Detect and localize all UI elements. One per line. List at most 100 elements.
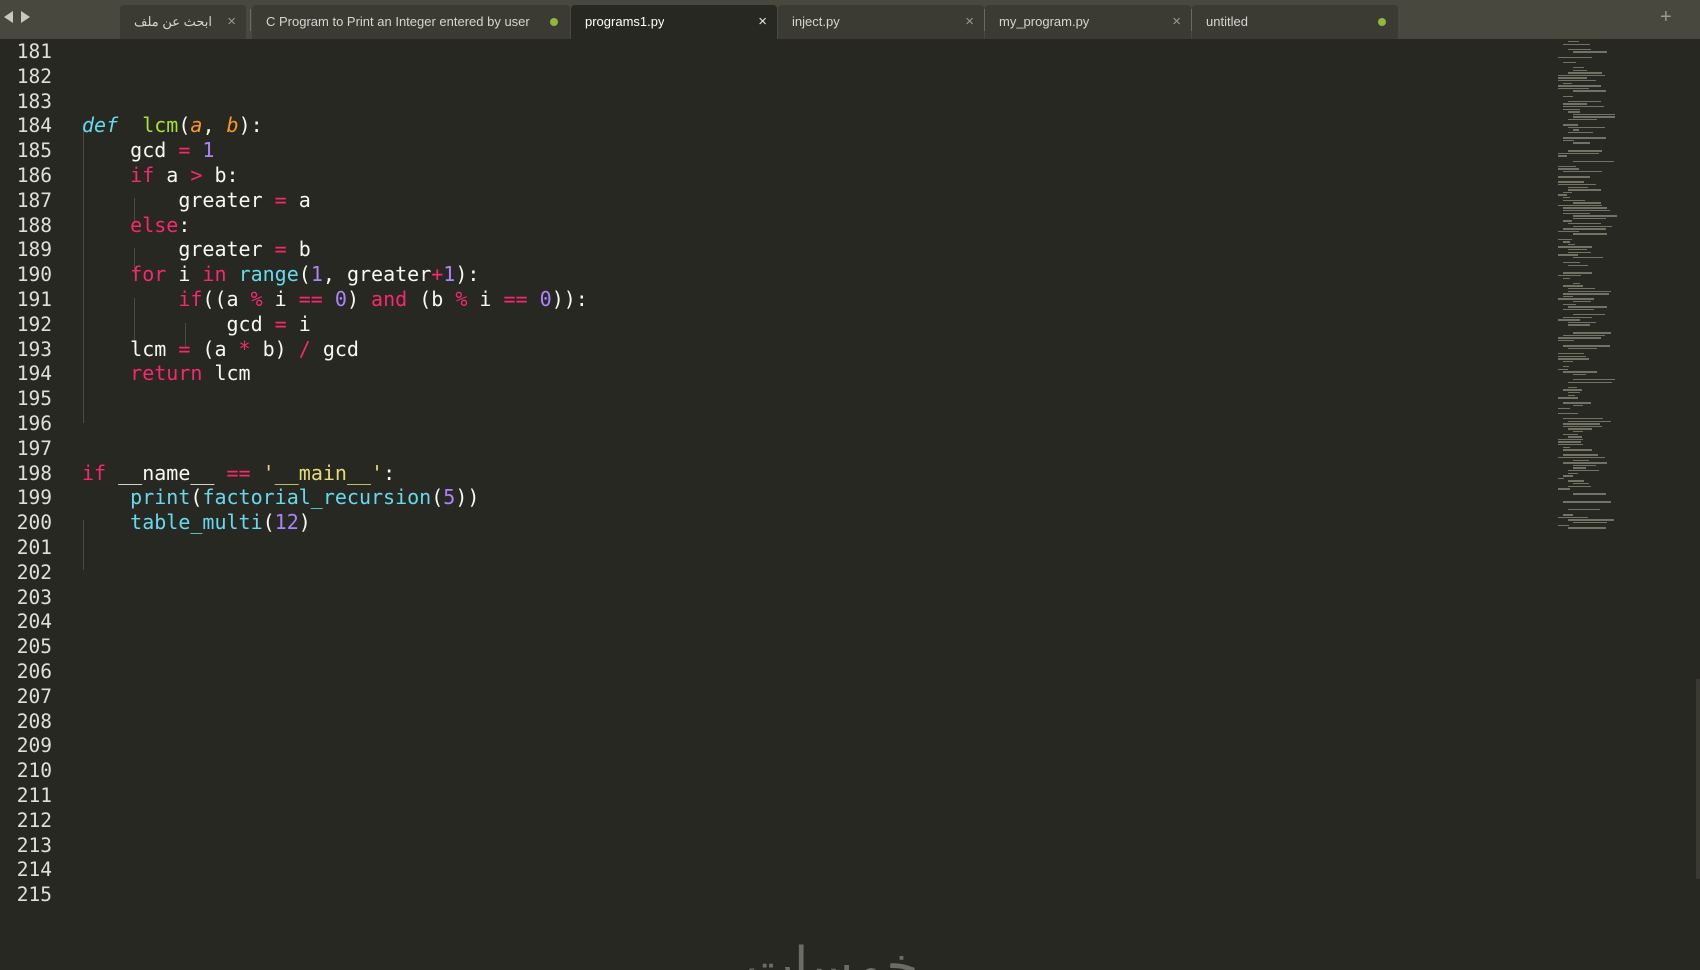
code-token: 12 [274,510,299,535]
minimap[interactable] [1552,39,1692,970]
minimap-line [1568,480,1585,482]
line-number: 185 [16,139,52,163]
tab-scroll-left-icon[interactable] [4,11,13,23]
new-tab-icon[interactable]: + [1660,6,1672,29]
line-number: 182 [16,64,52,88]
code-token: a [190,113,203,138]
minimap-line [1558,168,1579,170]
minimap-line [1563,514,1573,516]
code-token: and [371,287,408,311]
minimap-line [1558,358,1589,360]
tab-scroll-right-icon[interactable] [21,11,30,23]
minimap-line [1563,389,1582,391]
close-icon[interactable]: × [758,13,767,30]
minimap-line [1563,241,1570,243]
minimap-line [1573,217,1606,220]
minimap-line [1563,95,1573,97]
code-token: ( [431,485,444,510]
code-line[interactable]: def lcm(a, b): [82,113,263,137]
code-token: table_multi [130,510,263,535]
minimap-line [1558,204,1602,207]
code-line[interactable]: if a > b: [82,163,238,187]
minimap-line [1573,225,1612,227]
code-token: , [202,113,227,138]
minimap-line [1558,246,1592,248]
minimap-line [1573,483,1590,485]
line-number: 199 [16,486,52,510]
code-token: 5 [443,485,456,510]
minimap-line [1573,373,1587,376]
tab-my-program-py[interactable]: my_program.py × [985,5,1191,39]
code-line[interactable]: lcm = (a * b) / gcd [82,337,359,361]
minimap-line [1563,277,1571,279]
minimap-line [1568,386,1577,389]
code-token: * [238,336,251,361]
minimap-line [1573,51,1607,53]
code-token: lcm [202,361,251,386]
tab-search-file[interactable]: ابحث عن ملف × [120,5,246,39]
minimap-line [1563,360,1573,363]
code-line[interactable]: gcd = i [82,312,310,336]
code-line[interactable]: else: [82,213,190,237]
unsaved-dot-icon[interactable] [550,18,558,26]
code-token: i [262,287,299,311]
minimap-line [1568,470,1599,472]
code-token: a [286,187,311,212]
code-token: __name__ [106,460,227,485]
code-line[interactable]: if __name__ == '__main__': [82,461,395,485]
minimap-line [1573,233,1607,235]
code-line[interactable]: table_multi(12) [82,510,311,534]
minimap-line [1563,423,1601,425]
code-editor[interactable]: 181 182 183 184 185 186 187 188 189 190 191 192 193 1… [0,39,1700,970]
line-number: 187 [16,188,52,212]
code-line[interactable]: for i in range(1, greater+1): [82,262,479,286]
code-line[interactable]: greater = b [82,237,311,262]
line-number: 208 [16,709,52,733]
minimap-line [1568,436,1583,438]
tab-inject-py[interactable]: inject.py × [778,5,984,39]
code-token: lcm [142,113,179,138]
code-line[interactable]: greater = a [82,187,311,212]
code-line[interactable]: return lcm [82,361,251,386]
line-number: 209 [16,734,52,758]
close-icon[interactable]: × [1172,13,1181,30]
close-icon[interactable]: × [965,13,974,30]
minimap-line [1558,457,1605,459]
tab-label: my_program.py [999,14,1090,29]
vertical-scrollbar[interactable] [1696,679,1700,879]
minimap-line [1573,202,1602,204]
minimap-line [1558,87,1590,90]
minimap-line [1563,402,1592,404]
minimap-line [1563,43,1591,45]
minimap-line [1568,420,1612,422]
minimap-line [1568,186,1589,188]
tab-programs1-py[interactable]: programs1.py × [571,5,777,39]
code-token: = [178,138,191,163]
minimap-line [1563,293,1609,295]
minimap-line [1573,282,1581,285]
minimap-line [1568,394,1575,396]
code-token: if [130,163,155,187]
minimap-line [1573,142,1591,144]
minimap-line [1558,337,1602,339]
tab-label: untitled [1206,14,1248,29]
code-line[interactable]: if((a % i == 0) and (b % i == 0)): [82,287,588,311]
minimap-line [1563,171,1603,173]
code-token: a [154,163,191,187]
code-token: ) [298,510,311,535]
tab-c-program[interactable]: C Program to Print an Integer entered by… [252,5,570,39]
unsaved-dot-icon[interactable] [1378,18,1386,26]
tab-label: inject.py [792,14,840,29]
code-token: b [286,237,311,262]
minimap-line [1563,108,1581,110]
tab-untitled[interactable]: untitled [1192,5,1398,39]
code-line[interactable]: gcd = 1 [82,138,214,162]
code-token: : [178,212,191,237]
code-token: 1 [202,138,215,163]
code-token: ( [298,262,311,287]
code-line[interactable]: print(factorial_recursion(5)) [82,485,479,509]
close-icon[interactable]: × [227,13,236,30]
